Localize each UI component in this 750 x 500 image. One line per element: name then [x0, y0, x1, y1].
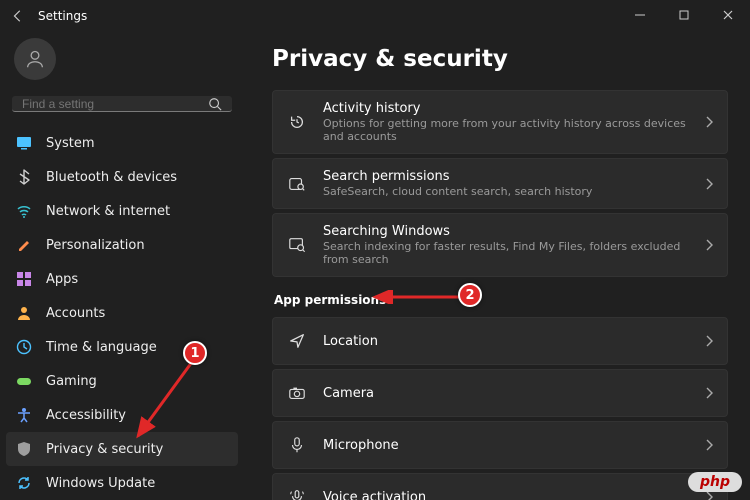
maximize-button[interactable] — [662, 0, 706, 30]
permission-voice[interactable]: Voice activation — [272, 473, 728, 500]
update-icon — [16, 475, 32, 491]
system-icon — [16, 135, 32, 151]
permission-label: Microphone — [323, 438, 689, 453]
card-subtitle: Search indexing for faster results, Find… — [323, 240, 689, 266]
sidebar-item-privacy[interactable]: Privacy & security — [6, 432, 238, 466]
permission-camera[interactable]: Camera — [272, 369, 728, 417]
sidebar-item-network[interactable]: Network & internet — [6, 194, 238, 228]
permission-label: Voice activation — [323, 490, 689, 500]
search-perm-icon — [287, 175, 307, 193]
sidebar: System Bluetooth & devices Network & inter… — [0, 32, 244, 500]
chevron-right-icon — [705, 491, 713, 500]
bluetooth-icon — [16, 169, 32, 185]
voice-icon — [287, 488, 307, 500]
card-subtitle: Options for getting more from your activ… — [323, 117, 689, 143]
sidebar-item-bluetooth[interactable]: Bluetooth & devices — [6, 160, 238, 194]
sidebar-item-label: Accounts — [46, 306, 105, 321]
chevron-right-icon — [705, 239, 713, 251]
sidebar-item-label: Network & internet — [46, 204, 170, 219]
sidebar-item-label: Bluetooth & devices — [46, 170, 177, 185]
sidebar-item-gaming[interactable]: Gaming — [6, 364, 238, 398]
annotation-1: 1 — [183, 341, 207, 365]
chevron-right-icon — [705, 387, 713, 399]
chevron-right-icon — [705, 439, 713, 451]
sidebar-item-label: Windows Update — [46, 476, 155, 491]
apps-icon — [16, 271, 32, 287]
personalization-icon — [16, 237, 32, 253]
main-content: Privacy & security Activity historyOptio… — [244, 32, 750, 500]
sidebar-item-label: Apps — [46, 272, 78, 287]
close-button[interactable] — [706, 0, 750, 30]
search-input[interactable] — [12, 96, 232, 112]
sidebar-item-apps[interactable]: Apps — [6, 262, 238, 296]
sidebar-item-accounts[interactable]: Accounts — [6, 296, 238, 330]
sidebar-item-label: System — [46, 136, 94, 151]
profile-area[interactable] — [6, 32, 238, 92]
camera-icon — [287, 384, 307, 402]
chevron-right-icon — [705, 335, 713, 347]
sidebar-item-accessibility[interactable]: Accessibility — [6, 398, 238, 432]
time-icon — [16, 339, 32, 355]
sidebar-item-label: Accessibility — [46, 408, 126, 423]
accessibility-icon — [16, 407, 32, 423]
sidebar-item-update[interactable]: Windows Update — [6, 466, 238, 500]
card-title: Searching Windows — [323, 224, 689, 239]
sidebar-item-label: Time & language — [46, 340, 157, 355]
chevron-right-icon — [705, 178, 713, 190]
sidebar-item-personalization[interactable]: Personalization — [6, 228, 238, 262]
accounts-icon — [16, 305, 32, 321]
search-win-icon — [287, 236, 307, 254]
sidebar-item-label: Privacy & security — [46, 442, 163, 457]
sidebar-item-label: Gaming — [46, 374, 97, 389]
section-label: App permissions — [274, 293, 728, 307]
avatar — [14, 38, 56, 80]
setting-card-history[interactable]: Activity historyOptions for getting more… — [272, 90, 728, 154]
search-field[interactable] — [22, 97, 208, 111]
page-title: Privacy & security — [272, 46, 728, 72]
card-title: Search permissions — [323, 169, 689, 184]
setting-card-search-perm[interactable]: Search permissionsSafeSearch, cloud cont… — [272, 158, 728, 209]
search-icon — [208, 97, 222, 111]
location-icon — [287, 332, 307, 350]
permission-label: Camera — [323, 386, 689, 401]
chevron-right-icon — [705, 116, 713, 128]
permission-microphone[interactable]: Microphone — [272, 421, 728, 469]
sidebar-item-label: Personalization — [46, 238, 145, 253]
microphone-icon — [287, 436, 307, 454]
minimize-button[interactable] — [618, 0, 662, 30]
permission-label: Location — [323, 334, 689, 349]
permission-location[interactable]: Location — [272, 317, 728, 365]
setting-card-search-win[interactable]: Searching WindowsSearch indexing for fas… — [272, 213, 728, 277]
network-icon — [16, 203, 32, 219]
back-button[interactable] — [4, 9, 32, 23]
sidebar-item-system[interactable]: System — [6, 126, 238, 160]
card-title: Activity history — [323, 101, 689, 116]
privacy-icon — [16, 441, 32, 457]
gaming-icon — [16, 373, 32, 389]
card-subtitle: SafeSearch, cloud content search, search… — [323, 185, 689, 198]
window-title: Settings — [38, 9, 87, 23]
history-icon — [287, 113, 307, 131]
annotation-2: 2 — [458, 283, 482, 307]
watermark: php — [688, 472, 742, 492]
